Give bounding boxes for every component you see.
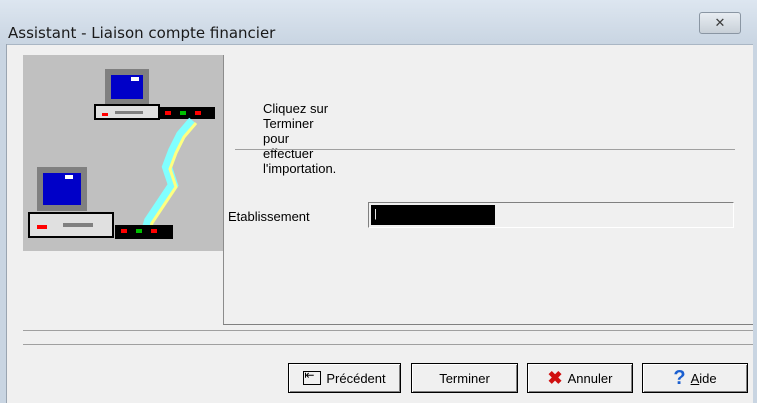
etablissement-value: |	[371, 205, 495, 225]
help-label-accelerator: A	[690, 370, 700, 386]
help-question-icon: ?	[673, 367, 686, 389]
previous-button[interactable]: Précédent	[288, 363, 401, 393]
top-led	[102, 113, 108, 116]
cable-cyan	[140, 117, 197, 237]
bottom-monitor-screen	[43, 173, 81, 205]
dialog-body: Cliquez sur Terminer pour effectuer l'im…	[7, 45, 753, 403]
etablissement-field[interactable]: |	[368, 202, 734, 228]
close-icon: ✕	[714, 15, 726, 30]
top-screen-glare	[131, 77, 139, 81]
cancel-x-icon: ✖	[547, 368, 563, 388]
finish-button[interactable]: Terminer	[411, 363, 518, 393]
bottom-modem-led-2	[136, 229, 142, 233]
top-modem-led-1	[165, 111, 171, 115]
cancel-label: Annuler	[567, 370, 613, 386]
connected-computers-icon	[23, 55, 223, 251]
close-button[interactable]: ✕	[699, 12, 741, 34]
separator	[235, 149, 735, 150]
help-button[interactable]: ? Aide	[642, 363, 748, 393]
top-modem-led-3	[195, 111, 201, 115]
previous-label: Précédent	[326, 370, 386, 386]
etablissement-label: Etablissement	[228, 209, 310, 224]
finish-label: Terminer	[439, 370, 490, 386]
window-frame-right	[753, 44, 757, 403]
bottom-led	[37, 225, 47, 229]
status-strip	[23, 330, 753, 345]
left-panel	[23, 55, 224, 325]
help-label: Aide	[691, 371, 717, 386]
panel-divider	[223, 324, 753, 325]
instruction-text: Cliquez sur Terminer pour effectuer l'im…	[263, 101, 337, 176]
cancel-button[interactable]: ✖ Annuler	[527, 363, 633, 393]
top-modem-led-2	[180, 111, 186, 115]
help-label-rest: ide	[699, 370, 717, 386]
top-drive	[115, 111, 143, 114]
previous-step-icon	[303, 368, 322, 385]
window-title: Assistant - Liaison compte financier	[8, 24, 276, 42]
title-bar[interactable]: Assistant - Liaison compte financier ✕	[0, 0, 757, 45]
bottom-modem-led-1	[121, 229, 127, 233]
window-frame-left	[0, 44, 7, 403]
bottom-modem-led-3	[151, 229, 157, 233]
bottom-drive	[63, 223, 93, 227]
dialog-window: Assistant - Liaison compte financier ✕ C…	[0, 0, 757, 403]
bottom-screen-glare	[65, 175, 73, 179]
illustration-svg	[28, 69, 215, 239]
